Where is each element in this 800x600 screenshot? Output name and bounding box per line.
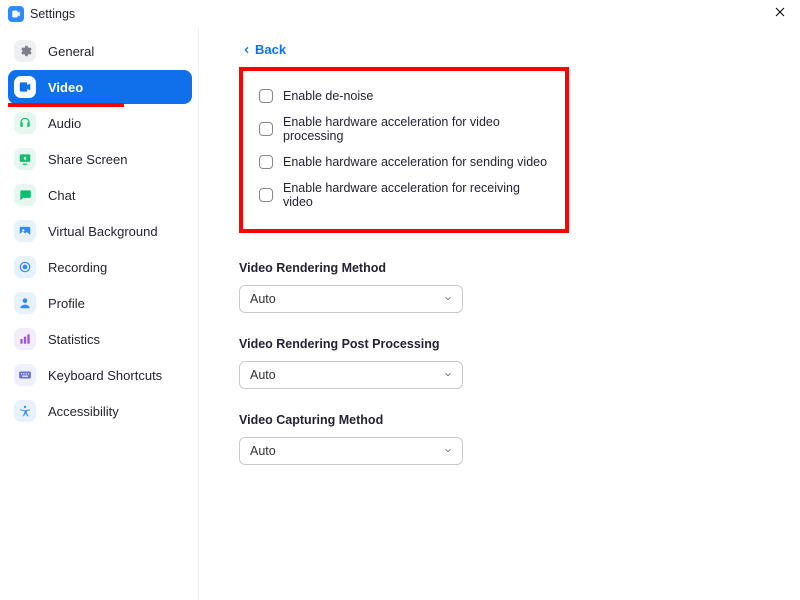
window-title: Settings (30, 7, 75, 21)
checkbox-label: Enable de-noise (283, 89, 373, 103)
sidebar-item-video[interactable]: Video (8, 70, 192, 104)
back-label: Back (255, 42, 286, 57)
select-video-rendering-method[interactable]: Auto (239, 285, 463, 313)
checkbox-hw-accel-processing[interactable]: Enable hardware acceleration for video p… (259, 109, 549, 149)
gear-icon (14, 40, 36, 62)
sidebar-item-share-screen[interactable]: Share Screen (8, 142, 192, 176)
sidebar-item-label: Accessibility (48, 404, 119, 419)
select-value: Auto (250, 292, 276, 306)
sidebar-item-label: Chat (48, 188, 75, 203)
sidebar-item-label: General (48, 44, 94, 59)
checkbox-icon (259, 122, 273, 136)
sidebar-item-general[interactable]: General (8, 34, 192, 68)
checkbox-label: Enable hardware acceleration for video p… (283, 115, 549, 143)
sidebar-item-label: Virtual Background (48, 224, 158, 239)
back-link[interactable]: Back (243, 42, 286, 57)
titlebar: Settings (0, 0, 800, 28)
share-screen-icon (14, 148, 36, 170)
close-button[interactable] (770, 4, 790, 24)
select-value: Auto (250, 368, 276, 382)
sidebar-item-label: Profile (48, 296, 85, 311)
checkbox-icon (259, 155, 273, 169)
main: General Video Audio Share Screen (0, 28, 800, 600)
content: Back Enable de-noise Enable hardware acc… (198, 28, 800, 600)
sidebar-item-label: Share Screen (48, 152, 128, 167)
sidebar-item-chat[interactable]: Chat (8, 178, 192, 212)
annotation-highlight-box: Enable de-noise Enable hardware accelera… (239, 67, 569, 233)
sidebar-item-label: Video (48, 80, 83, 95)
checkbox-hw-accel-sending[interactable]: Enable hardware acceleration for sending… (259, 149, 549, 175)
checkbox-icon (259, 89, 273, 103)
profile-icon (14, 292, 36, 314)
sidebar-item-label: Recording (48, 260, 107, 275)
sidebar-item-profile[interactable]: Profile (8, 286, 192, 320)
checkbox-enable-de-noise[interactable]: Enable de-noise (259, 83, 549, 109)
sidebar-item-virtual-background[interactable]: Virtual Background (8, 214, 192, 248)
recording-icon (14, 256, 36, 278)
chevron-left-icon (243, 45, 251, 55)
sidebar-item-label: Keyboard Shortcuts (48, 368, 162, 383)
sidebar: General Video Audio Share Screen (0, 28, 198, 600)
sidebar-item-label: Statistics (48, 332, 100, 347)
checkbox-hw-accel-receiving[interactable]: Enable hardware acceleration for receivi… (259, 175, 549, 215)
titlebar-left: Settings (8, 6, 75, 22)
keyboard-icon (14, 364, 36, 386)
section-title-post-processing: Video Rendering Post Processing (239, 337, 774, 351)
app-icon (8, 6, 24, 22)
sidebar-item-audio[interactable]: Audio (8, 106, 192, 140)
checkbox-label: Enable hardware acceleration for sending… (283, 155, 547, 169)
virtual-background-icon (14, 220, 36, 242)
accessibility-icon (14, 400, 36, 422)
checkbox-icon (259, 188, 273, 202)
sidebar-item-accessibility[interactable]: Accessibility (8, 394, 192, 428)
headphones-icon (14, 112, 36, 134)
close-icon (774, 6, 786, 18)
sidebar-item-recording[interactable]: Recording (8, 250, 192, 284)
chat-icon (14, 184, 36, 206)
select-value: Auto (250, 444, 276, 458)
sidebar-item-label: Audio (48, 116, 81, 131)
statistics-icon (14, 328, 36, 350)
sidebar-item-statistics[interactable]: Statistics (8, 322, 192, 356)
sidebar-item-keyboard-shortcuts[interactable]: Keyboard Shortcuts (8, 358, 192, 392)
select-video-post-processing[interactable]: Auto (239, 361, 463, 389)
section-title-rendering-method: Video Rendering Method (239, 261, 774, 275)
select-video-capturing-method[interactable]: Auto (239, 437, 463, 465)
video-icon (14, 76, 36, 98)
section-title-capturing-method: Video Capturing Method (239, 413, 774, 427)
checkbox-label: Enable hardware acceleration for receivi… (283, 181, 549, 209)
